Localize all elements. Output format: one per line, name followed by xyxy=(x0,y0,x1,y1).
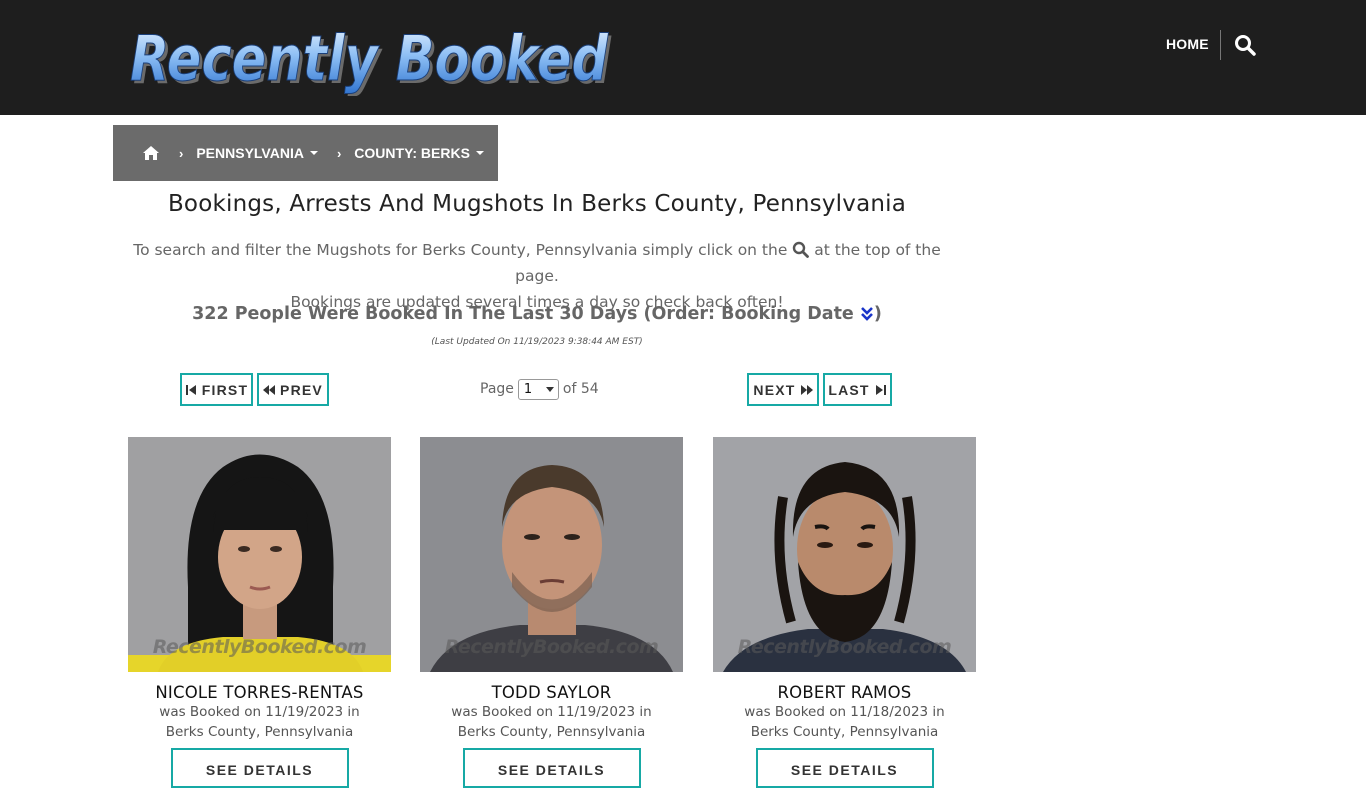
person-name[interactable]: NICOLE TORRES-RENTAS xyxy=(128,683,391,702)
site-logo[interactable]: Recently Booked Recently Booked xyxy=(126,16,616,97)
page-total: of 54 xyxy=(562,381,599,397)
booking-count: 322 People Were Booked In The Last 30 Da… xyxy=(113,304,961,324)
first-page-button[interactable]: FIRST xyxy=(180,373,253,406)
nav-home-link[interactable]: HOME xyxy=(1166,36,1209,52)
caret-down-icon xyxy=(475,151,484,155)
next-page-label: NEXT xyxy=(753,381,796,398)
dropdown-arrow-icon xyxy=(545,386,554,392)
breadcrumb-county-dropdown[interactable]: COUNTY: BERKS xyxy=(354,145,484,161)
person-name[interactable]: ROBERT RAMOS xyxy=(713,683,976,702)
caret-down-icon xyxy=(309,151,318,155)
page-select[interactable]: 1 xyxy=(517,378,559,400)
booking-info: was Booked on 11/18/2023 in Berks County… xyxy=(713,702,976,742)
booking-location-line: Berks County, Pennsylvania xyxy=(457,724,646,740)
breadcrumb: › PENNSYLVANIA › COUNTY: BERKS xyxy=(113,125,498,181)
booking-info: was Booked on 11/19/2023 in Berks County… xyxy=(128,702,391,742)
first-page-label: FIRST xyxy=(201,381,249,398)
booking-info: was Booked on 11/19/2023 in Berks County… xyxy=(420,702,683,742)
site-header: Recently Booked Recently Booked HOME xyxy=(0,0,1366,115)
booking-card: RecentlyBooked.com ROBERT RAMOS was Book… xyxy=(713,437,976,788)
booking-date-line: was Booked on 11/19/2023 in xyxy=(159,704,360,720)
rewind-icon xyxy=(263,384,276,395)
intro-text-part1: To search and filter the Mugshots for Be… xyxy=(133,241,788,259)
mugshot-image[interactable]: RecentlyBooked.com xyxy=(420,437,683,672)
breadcrumb-county-label: COUNTY: BERKS xyxy=(354,145,470,161)
last-page-button[interactable]: LAST xyxy=(823,373,892,406)
nav-divider xyxy=(1220,30,1221,60)
booking-count-close: ) xyxy=(873,304,882,324)
person-name[interactable]: TODD SAYLOR xyxy=(420,683,683,702)
booking-location-line: Berks County, Pennsylvania xyxy=(750,724,939,740)
search-icon[interactable] xyxy=(1234,34,1256,56)
prev-page-label: PREV xyxy=(280,381,323,398)
double-chevron-down-icon[interactable] xyxy=(860,305,874,321)
mugshot-image[interactable]: RecentlyBooked.com xyxy=(713,437,976,672)
chevron-right-icon: › xyxy=(336,145,342,161)
booking-count-text: 322 People Were Booked In The Last 30 Da… xyxy=(192,304,854,324)
next-page-button[interactable]: NEXT xyxy=(747,373,819,406)
search-icon xyxy=(792,240,810,258)
last-updated: (Last Updated On 11/19/2023 9:38:44 AM E… xyxy=(431,337,643,347)
booking-location-line: Berks County, Pennsylvania xyxy=(165,724,354,740)
see-details-button[interactable]: SEE DETAILS xyxy=(170,748,349,788)
prev-page-button[interactable]: PREV xyxy=(257,373,329,406)
page-label: Page xyxy=(480,381,514,397)
see-details-button[interactable]: SEE DETAILS xyxy=(755,748,934,788)
page-control: Page 1 of 54 xyxy=(480,377,599,401)
home-icon[interactable] xyxy=(142,145,160,161)
booking-date-line: was Booked on 11/18/2023 in xyxy=(744,704,945,720)
fast-forward-icon xyxy=(800,384,813,395)
last-page-icon xyxy=(875,384,886,395)
booking-card: RecentlyBooked.com NICOLE TORRES-RENTAS … xyxy=(128,437,391,788)
see-details-button[interactable]: SEE DETAILS xyxy=(462,748,641,788)
chevron-right-icon: › xyxy=(179,145,184,161)
booking-date-line: was Booked on 11/19/2023 in xyxy=(451,704,652,720)
booking-card: RecentlyBooked.com TODD SAYLOR was Booke… xyxy=(420,437,683,788)
breadcrumb-state-dropdown[interactable]: PENNSYLVANIA xyxy=(196,145,318,161)
svg-text:Recently Booked: Recently Booked xyxy=(130,22,609,95)
page-select-value: 1 xyxy=(523,381,533,397)
first-page-icon xyxy=(185,384,196,395)
breadcrumb-state-label: PENNSYLVANIA xyxy=(196,145,304,161)
mugshot-image[interactable]: RecentlyBooked.com xyxy=(128,437,391,672)
last-page-label: LAST xyxy=(828,381,870,398)
page-title: Bookings, Arrests And Mugshots In Berks … xyxy=(167,191,907,217)
